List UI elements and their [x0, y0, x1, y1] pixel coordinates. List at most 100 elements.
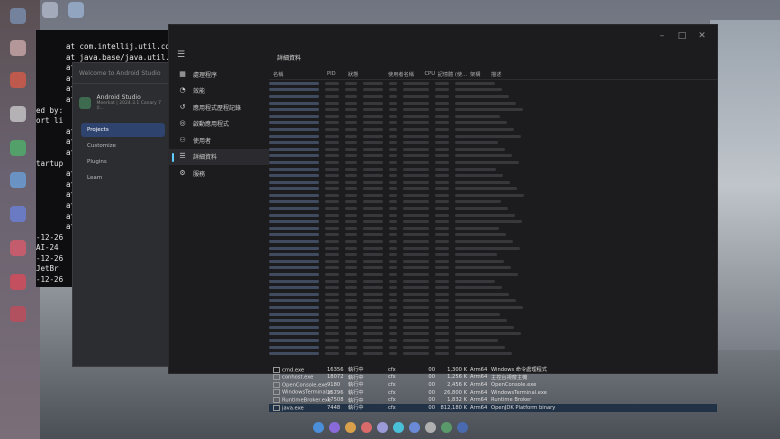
- redacted-cell: [403, 253, 429, 257]
- redacted-cell: [389, 160, 397, 164]
- redacted-row: [269, 139, 569, 146]
- redacted-cell: [455, 292, 509, 296]
- taskbar-app-icon[interactable]: [328, 421, 340, 433]
- desktop-icon[interactable]: [10, 274, 26, 290]
- redacted-cell: [269, 345, 319, 349]
- desktop-icon[interactable]: [10, 206, 26, 222]
- nav-projects[interactable]: Projects: [81, 123, 165, 137]
- cell-user: cfx: [388, 366, 396, 373]
- maximize-icon[interactable]: □: [677, 31, 687, 41]
- desktop-icon[interactable]: [10, 172, 26, 188]
- nav-item-label: 應用程式歷程記錄: [193, 104, 242, 112]
- desktop-icon[interactable]: [10, 40, 26, 56]
- redacted-cell: [363, 240, 383, 244]
- redacted-cell: [325, 299, 339, 303]
- desktop-icon[interactable]: [68, 2, 84, 18]
- redacted-cell: [455, 213, 515, 217]
- redacted-cell: [345, 253, 357, 257]
- redacted-cell: [435, 154, 449, 158]
- redacted-cell: [455, 220, 522, 224]
- minimize-icon[interactable]: –: [657, 31, 667, 41]
- app-header: Android Studio Meerkat | 2024.3.1 Canary…: [73, 84, 173, 121]
- column-header-description[interactable]: 描述: [491, 71, 717, 78]
- nav-customize[interactable]: Customize: [81, 139, 165, 153]
- nav-item-processes[interactable]: ▦ 處理程序: [169, 66, 269, 83]
- redacted-row: [269, 186, 569, 193]
- redacted-cell: [325, 220, 339, 224]
- taskbar-app-icon[interactable]: [408, 421, 420, 433]
- table-row[interactable]: WindowsTerminal.e... 16796 執行中 cfx 00 26,800 …: [269, 389, 717, 397]
- redacted-cell: [403, 127, 429, 131]
- redacted-cell: [345, 187, 357, 191]
- redacted-cell: [389, 226, 397, 230]
- column-header-arch[interactable]: 架構: [470, 71, 491, 78]
- redacted-cell: [403, 147, 429, 151]
- redacted-cell: [389, 312, 397, 316]
- redacted-cell: [455, 319, 507, 323]
- taskbar-app-icon[interactable]: [344, 421, 356, 433]
- nav-item-services[interactable]: ⚙ 服務: [169, 165, 269, 182]
- desktop-icon[interactable]: [10, 306, 26, 322]
- desktop-icon[interactable]: [10, 106, 26, 122]
- redacted-cell: [325, 273, 339, 277]
- table-row[interactable]: java.exe 7448 執行中 cfx 00 812,180 K Arm64 OpenJD…: [269, 403, 717, 412]
- redacted-row: [269, 218, 569, 225]
- nav-item-users[interactable]: ⚇ 使用者: [169, 132, 269, 149]
- nav-learn[interactable]: Learn: [81, 171, 165, 185]
- redacted-cell: [325, 226, 339, 230]
- nav-item-startup-apps[interactable]: ◎ 啟動應用程式: [169, 116, 269, 133]
- desktop-icon[interactable]: [10, 72, 26, 88]
- process-name: java.exe: [282, 405, 304, 412]
- column-header-status[interactable]: 狀態: [348, 71, 388, 78]
- redacted-cell: [363, 108, 383, 112]
- column-header-memory[interactable]: 記憶體 (使...: [437, 71, 470, 78]
- redacted-cell: [403, 187, 429, 191]
- redacted-cell: [389, 213, 397, 217]
- hamburger-menu-icon[interactable]: ☰: [169, 47, 269, 66]
- redacted-cell: [389, 88, 397, 92]
- desktop-icon[interactable]: [10, 140, 26, 156]
- desktop-icon[interactable]: [10, 240, 26, 256]
- redacted-cell: [345, 332, 357, 336]
- table-row[interactable]: cmd.exe 16356 執行中 cfx 00 1,300 K Arm64 Windows …: [269, 366, 717, 374]
- cell-name: java.exe: [269, 404, 327, 412]
- column-header-name[interactable]: 名稱: [269, 71, 327, 78]
- taskbar-app-icon[interactable]: [376, 421, 388, 433]
- column-header-cpu[interactable]: CPU: [424, 71, 437, 77]
- redacted-row: [269, 126, 569, 133]
- nav-item-performance[interactable]: ◔ 效能: [169, 83, 269, 100]
- taskbar-app-icon[interactable]: [360, 421, 372, 433]
- redacted-cell: [403, 292, 429, 296]
- android-studio-welcome-window[interactable]: Welcome to Android Studio Android Studio…: [72, 62, 174, 367]
- cell-memory: 26,800 K: [443, 389, 467, 396]
- desktop-icon[interactable]: [10, 8, 26, 24]
- redacted-cell: [455, 108, 523, 112]
- close-icon[interactable]: ✕: [697, 31, 707, 41]
- cell-desc: 主控台視窗主機: [491, 374, 528, 381]
- taskbar-app-icon[interactable]: [392, 421, 404, 433]
- redacted-cell: [325, 338, 339, 342]
- nav-item-app-history[interactable]: ↺ 應用程式歷程記錄: [169, 99, 269, 116]
- redacted-row: [269, 317, 569, 324]
- redacted-cell: [403, 200, 429, 204]
- redacted-cell: [269, 187, 319, 191]
- column-header-pid[interactable]: PID: [327, 71, 348, 77]
- table-row[interactable]: conhost.exe 18072 執行中 cfx 00 1,256 K Arm64 主控台視…: [269, 374, 717, 382]
- taskbar-app-icon[interactable]: [456, 421, 468, 433]
- redacted-cell: [325, 312, 339, 316]
- redacted-cell: [389, 101, 397, 105]
- redacted-cell: [325, 94, 339, 98]
- task-manager-window[interactable]: – □ ✕ ☰ ▦ 處理程序 ◔ 效能 ↺ 應用程式歷程記錄 ◎ 啟動應用程式 ⚇ 使用者 ☰ 詳細資…: [168, 24, 718, 412]
- nav-item-details[interactable]: ☰ 詳細資料: [169, 148, 269, 165]
- taskbar-app-icon[interactable]: [440, 421, 452, 433]
- nav-plugins[interactable]: Plugins: [81, 155, 165, 169]
- table-row[interactable]: OpenConsole.exe 9180 執行中 cfx 00 2,456 K Arm64 O…: [269, 381, 717, 389]
- column-header-user[interactable]: 使用者名稱: [388, 71, 424, 78]
- redacted-cell: [455, 253, 497, 257]
- desktop-icon[interactable]: [42, 2, 58, 18]
- table-row[interactable]: RuntimeBroker.exe 17508 執行中 cfx 00 1,832 K Arm…: [269, 396, 717, 404]
- taskbar-app-icon[interactable]: [424, 421, 436, 433]
- redacted-cell: [389, 114, 397, 118]
- redacted-cell: [435, 127, 449, 131]
- taskbar-app-icon[interactable]: [312, 421, 324, 433]
